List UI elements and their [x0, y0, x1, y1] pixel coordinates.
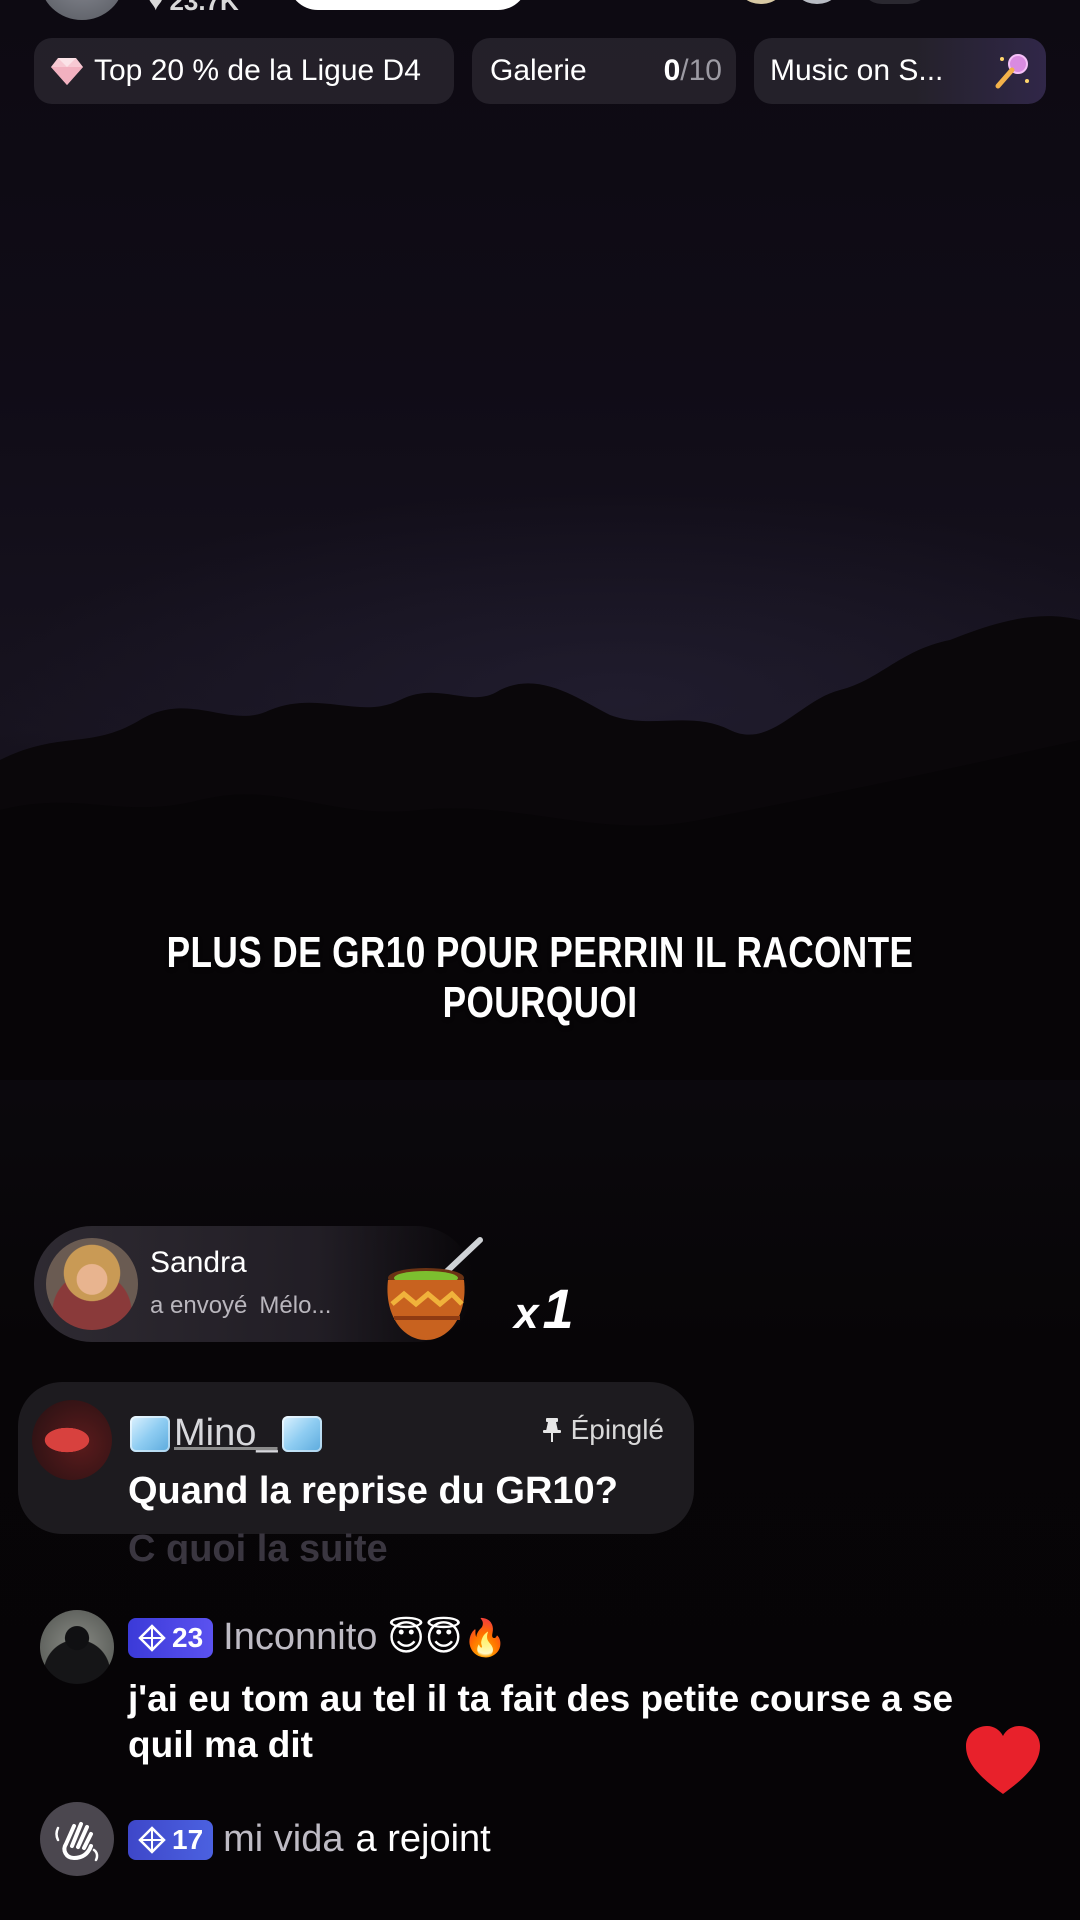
- gift-sender-avatar[interactable]: [46, 1238, 138, 1330]
- join-username[interactable]: mi vida: [223, 1818, 343, 1860]
- music-label: Music on S...: [770, 54, 944, 87]
- gift-multiplier-value: 1: [542, 1277, 576, 1340]
- pinned-username[interactable]: Mino_: [174, 1412, 278, 1455]
- comment-username[interactable]: Inconnito: [223, 1616, 377, 1659]
- gift-action: a envoyé: [150, 1292, 248, 1319]
- top-viewer-avatar[interactable]: [792, 0, 842, 4]
- gallery-chip[interactable]: Galerie 0/10: [472, 38, 736, 104]
- join-action: a rejoint: [355, 1818, 491, 1860]
- pinned-user-avatar[interactable]: [32, 1400, 112, 1480]
- gift-name: Mélo...: [259, 1292, 332, 1319]
- gift-multiplier: x1: [514, 1276, 576, 1341]
- music-chip[interactable]: Music on S...: [754, 38, 1046, 104]
- pin-icon: [542, 1418, 561, 1442]
- microphone-icon: [995, 54, 1029, 89]
- commenter-avatar[interactable]: [40, 1610, 114, 1684]
- comment-header: 23 Inconnito 😇😇🔥: [128, 1616, 507, 1659]
- viewers-list-button[interactable]: [860, 0, 930, 4]
- gift-notification[interactable]: Sandra a envoyé Mélo...: [34, 1226, 483, 1342]
- comment-message: j'ai eu tom au tel il ta fait des petite…: [128, 1678, 954, 1765]
- level-badge: 17: [128, 1819, 214, 1860]
- comment-emojis: 😇😇🔥: [387, 1616, 508, 1658]
- heart-icon[interactable]: [964, 1724, 1042, 1796]
- ice-cube-icon: [130, 1415, 170, 1452]
- gift-description: a envoyé Mélo...: [150, 1292, 331, 1320]
- stream-headline: PLUS DE GR10 POUR PERRIN IL RACONTE POUR…: [166, 928, 914, 1027]
- diamond-icon: [138, 1623, 166, 1652]
- join-notice: 17 mi vida a rejoint: [128, 1818, 491, 1861]
- live-stream-view: ♥ 23.7K Top 20 % de la Ligue D4 Galerie …: [0, 0, 1080, 1920]
- pinned-message: Quand la reprise du GR10?: [128, 1470, 618, 1512]
- join-text: mi vida a rejoint: [223, 1818, 491, 1861]
- level-badge: 23: [128, 1617, 214, 1658]
- viewers-icon: ♥: [148, 0, 164, 16]
- viewer-count: ♥ 23.7K: [148, 0, 239, 17]
- gallery-label: Galerie: [490, 54, 587, 87]
- join-avatar: [40, 1802, 114, 1876]
- pinned-tag-label: Épinglé: [570, 1414, 664, 1445]
- level-value: 23: [172, 1621, 204, 1653]
- clay-pot-gift-icon: [387, 1237, 483, 1340]
- pinned-tag: Épinglé: [541, 1414, 664, 1446]
- gallery-count: 0/10: [663, 54, 722, 87]
- level-value: 17: [172, 1823, 204, 1855]
- faded-comment: C quoi la suite: [128, 1530, 388, 1564]
- diamond-icon: [138, 1825, 166, 1854]
- pink-diamond-icon: [51, 58, 83, 85]
- pinned-username-row[interactable]: Mino_: [130, 1412, 322, 1455]
- league-rank-chip[interactable]: Top 20 % de la Ligue D4: [34, 38, 454, 104]
- waving-hand-icon: [55, 1822, 99, 1862]
- top-viewer-avatar[interactable]: [736, 0, 786, 4]
- pinned-comment[interactable]: Mino_ Épinglé Quand la reprise du GR10?: [18, 1382, 694, 1534]
- gift-multiplier-prefix: x: [514, 1289, 541, 1338]
- gift-sender-name: Sandra: [150, 1246, 247, 1279]
- league-rank-label: Top 20 % de la Ligue D4: [94, 54, 421, 87]
- host-avatar[interactable]: [40, 0, 124, 20]
- ice-cube-icon: [281, 1415, 322, 1452]
- follow-button[interactable]: [288, 0, 528, 10]
- viewer-count-value: 23.7K: [169, 0, 239, 16]
